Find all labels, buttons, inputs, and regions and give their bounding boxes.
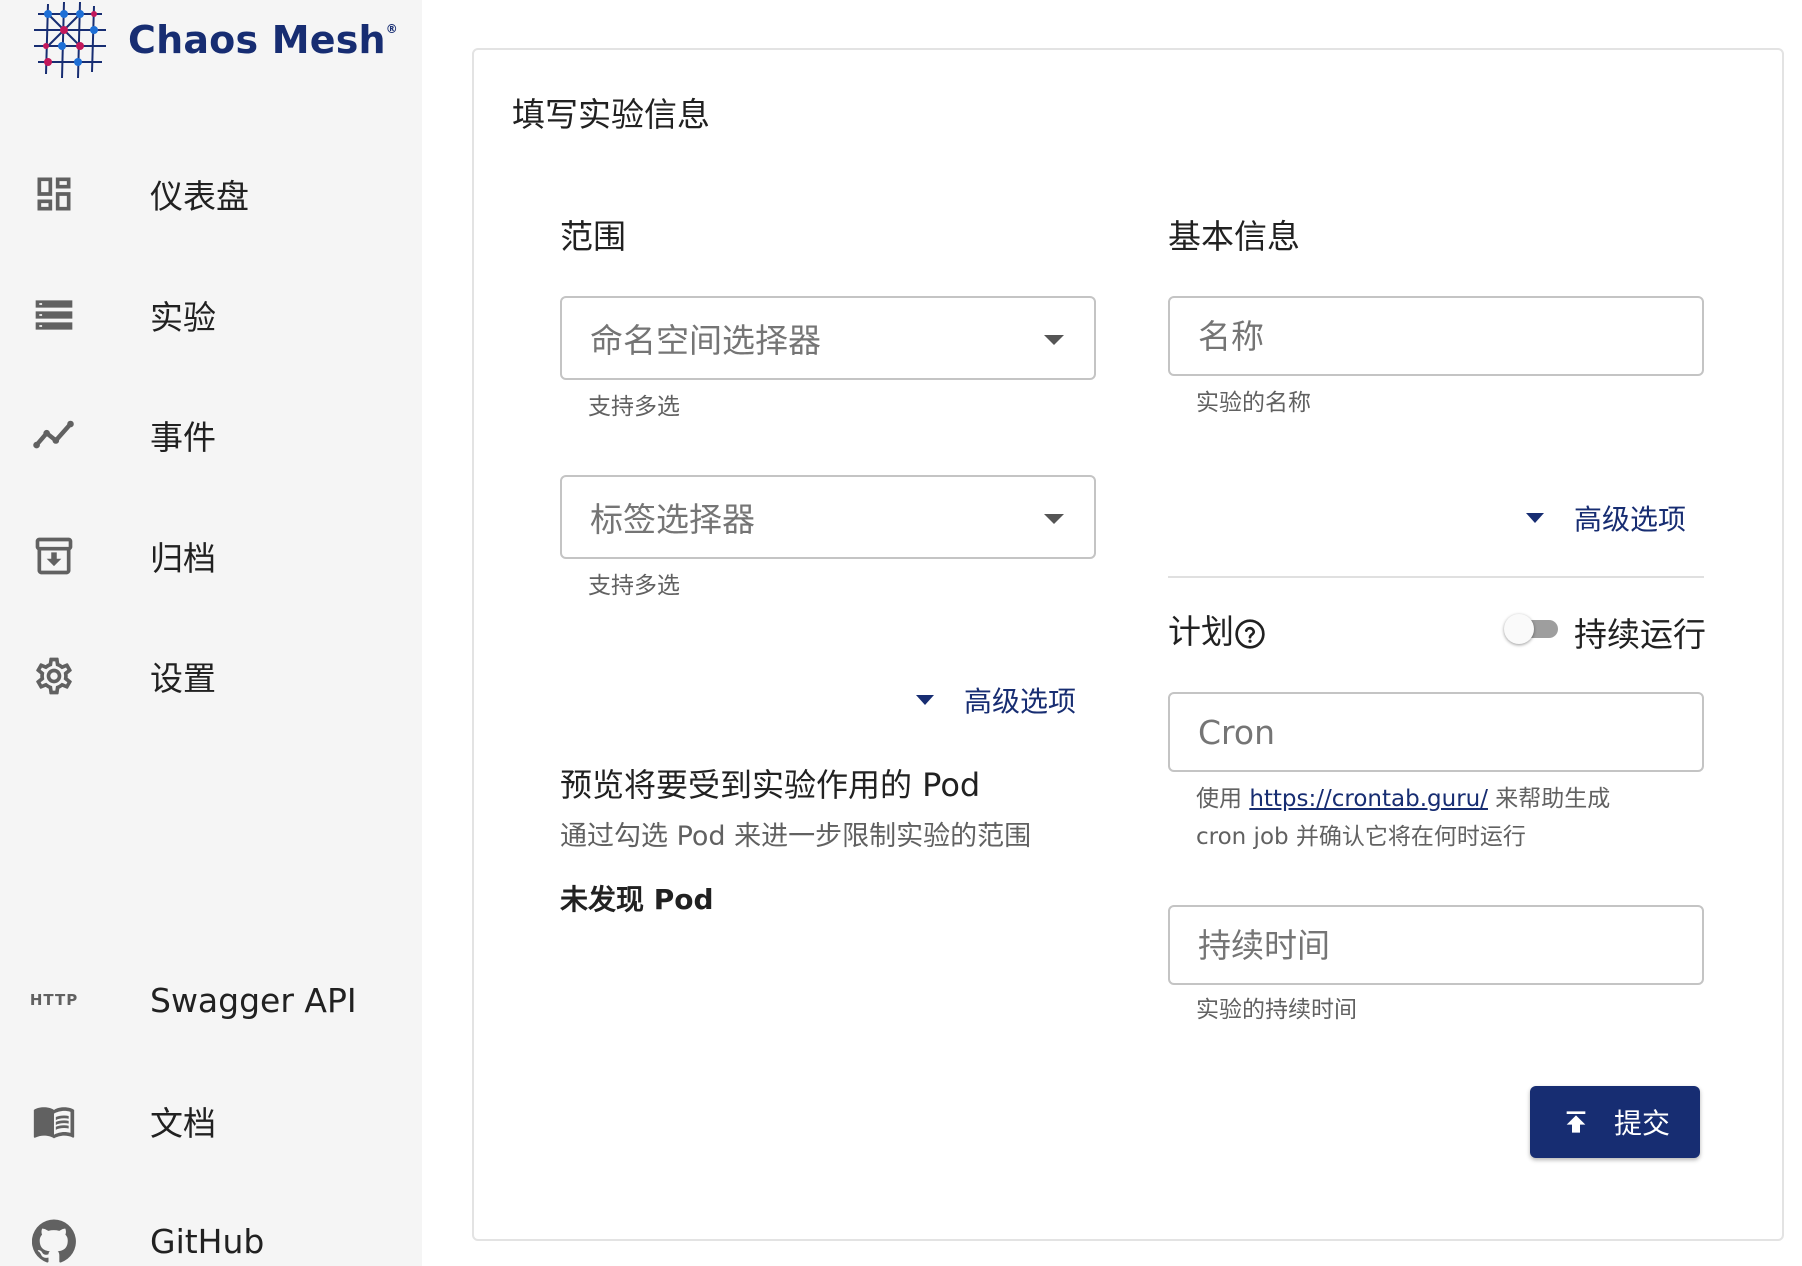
logo[interactable]: Chaos Mesh® [28, 0, 398, 84]
namespace-selector-helper: 支持多选 [588, 394, 680, 420]
experiment-form-card: 填写实验信息 范围 命名空间选择器 支持多选 标签选择器 支持多选 高级选项 预… [472, 48, 1784, 1241]
basic-advanced-options-button[interactable]: 高级选项 [1526, 498, 1686, 538]
continuous-run-toggle[interactable] [1504, 612, 1564, 646]
chevron-down-icon [1044, 335, 1064, 345]
scope-section-title: 范围 [560, 217, 626, 256]
duration-field[interactable] [1168, 905, 1704, 985]
cron-field-helper: 使用 https://crontab.guru/ 来帮助生成 cron job … [1196, 786, 1611, 850]
toggle-thumb [1504, 614, 1534, 644]
brand-name: Chaos Mesh® [128, 18, 398, 62]
sidebar-item-label: 文档 [150, 1104, 216, 1143]
expand-arrow-icon [1526, 513, 1544, 523]
cron-field[interactable] [1168, 692, 1704, 772]
sidebar-item-label: 仪表盘 [150, 177, 249, 216]
scope-advanced-options-label: 高级选项 [964, 685, 1077, 718]
sidebar-item-label: Swagger API [150, 980, 357, 1020]
sidebar: Chaos Mesh® 仪表盘 实验 事件 归档 设置 HTTP Swagger… [0, 0, 422, 1266]
name-field[interactable] [1168, 296, 1704, 376]
form-title: 填写实验信息 [512, 95, 710, 134]
chaos-mesh-logo-icon [34, 1, 106, 79]
basic-info-section-title: 基本信息 [1168, 217, 1300, 256]
book-icon [30, 1097, 78, 1145]
name-input[interactable] [1170, 298, 1702, 374]
scope-advanced-options-button[interactable]: 高级选项 [916, 680, 1076, 720]
continuous-run-label: 持续运行 [1574, 615, 1706, 654]
schedule-label: 计划 [1168, 605, 1266, 653]
sidebar-item-github[interactable]: GitHub [0, 1196, 422, 1266]
no-pod-message: 未发现 Pod [560, 883, 714, 916]
crontab-guru-link[interactable]: https://crontab.guru/ [1249, 786, 1488, 812]
sidebar-item-label: 设置 [150, 659, 216, 698]
pod-preview-subtitle: 通过勾选 Pod 来进一步限制实验的范围 [560, 821, 1032, 852]
sidebar-item-events[interactable]: 事件 [0, 390, 422, 480]
sidebar-item-swagger-api[interactable]: HTTP Swagger API [0, 955, 422, 1045]
list-icon [30, 291, 78, 339]
duration-field-helper: 实验的持续时间 [1196, 997, 1357, 1023]
label-selector-placeholder: 标签选择器 [590, 500, 755, 539]
namespace-selector-placeholder: 命名空间选择器 [590, 321, 821, 360]
sidebar-item-archives[interactable]: 归档 [0, 511, 422, 601]
duration-input[interactable] [1170, 907, 1702, 983]
submit-button-label: 提交 [1613, 1108, 1670, 1139]
sidebar-item-dashboard[interactable]: 仪表盘 [0, 149, 422, 239]
pod-preview-title: 预览将要受到实验作用的 Pod [560, 766, 981, 804]
basic-advanced-options-label: 高级选项 [1574, 503, 1687, 536]
archive-icon [30, 532, 78, 580]
namespace-selector[interactable]: 命名空间选择器 [560, 296, 1096, 380]
name-field-helper: 实验的名称 [1196, 390, 1311, 416]
settings-icon [30, 652, 78, 700]
expand-arrow-icon [916, 695, 934, 705]
label-selector[interactable]: 标签选择器 [560, 475, 1096, 559]
sidebar-item-docs[interactable]: 文档 [0, 1076, 422, 1166]
github-icon [30, 1217, 78, 1265]
dashboard-icon [30, 170, 78, 218]
sidebar-item-settings[interactable]: 设置 [0, 631, 422, 721]
http-icon: HTTP [29, 991, 79, 1009]
label-selector-helper: 支持多选 [588, 573, 680, 599]
cron-input[interactable] [1170, 694, 1702, 770]
help-circle-icon[interactable] [1234, 618, 1266, 650]
submit-button[interactable]: 提交 [1530, 1086, 1700, 1158]
sidebar-item-label: GitHub [150, 1221, 265, 1261]
divider [1168, 576, 1704, 578]
chevron-down-icon [1044, 514, 1064, 524]
sidebar-item-label: 事件 [150, 418, 216, 457]
sidebar-item-label: 归档 [150, 539, 216, 578]
sidebar-item-experiments[interactable]: 实验 [0, 270, 422, 360]
timeline-icon [30, 411, 78, 459]
publish-icon [1566, 1111, 1586, 1133]
sidebar-item-label: 实验 [150, 298, 216, 337]
